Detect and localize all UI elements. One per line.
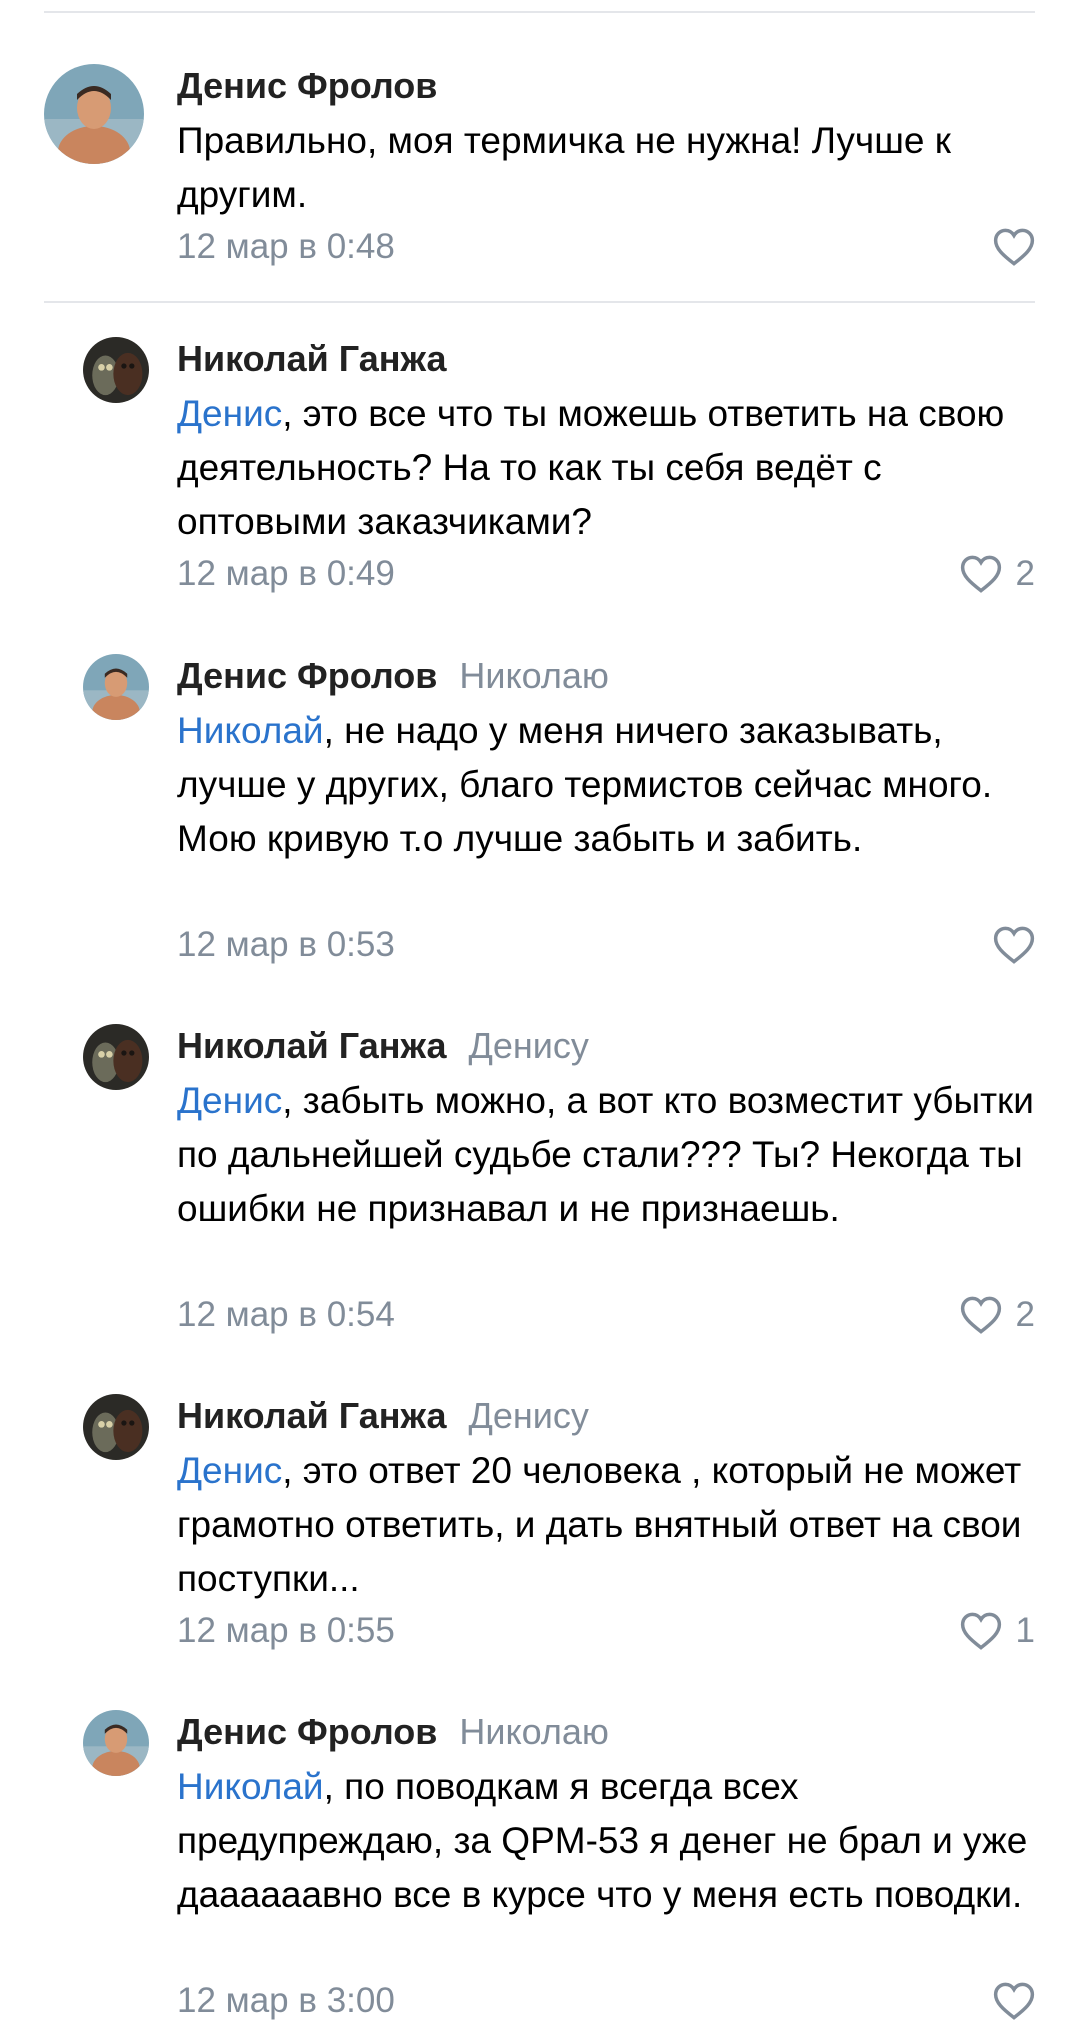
comment-divider <box>44 301 1035 303</box>
comment-item: Денис Фролов Правильно, моя термичка не … <box>0 64 1080 294</box>
like-count: 1 <box>1015 1611 1035 1650</box>
heart-outline-icon <box>960 1296 1001 1334</box>
comment-body: , это все что ты можешь ответить на свою… <box>177 393 1005 542</box>
comment-reply-item: Николай Ганжа Денис, это все что ты може… <box>0 337 1080 597</box>
reply-to-label[interactable]: Денису <box>468 1025 588 1066</box>
comment-reply-item: Денис Фролов Николаю Николай, по поводкам… <box>0 1710 1080 2020</box>
comment-text: Денис, это все что ты можешь ответить на… <box>177 387 1037 549</box>
comment-timestamp[interactable]: 12 мар в 0:54 <box>177 1293 395 1337</box>
comment-timestamp[interactable]: 12 мар в 0:55 <box>177 1609 395 1653</box>
mention-link[interactable]: Денис <box>177 1450 282 1491</box>
avatar[interactable] <box>83 1710 149 1776</box>
reply-to-label[interactable]: Денису <box>468 1395 588 1436</box>
author-name[interactable]: Николай Ганжа <box>177 1395 446 1436</box>
author-name[interactable]: Николай Ганжа <box>177 338 446 379</box>
comment-text: Николай, по поводкам я всегда всех преду… <box>177 1760 1037 1922</box>
comment-header: Денис Фролов Николаю <box>177 654 609 698</box>
comment-text: Денис, это ответ 20 человека , который н… <box>177 1444 1037 1606</box>
like-button[interactable]: 1 <box>960 1609 1035 1653</box>
mention-link[interactable]: Денис <box>177 1080 282 1121</box>
heart-outline-icon <box>960 555 1001 593</box>
heart-outline-icon <box>993 926 1035 964</box>
comment-text: Николай, не надо у меня ничего заказыват… <box>177 704 1037 866</box>
avatar-photo-nikolai <box>83 1394 149 1460</box>
avatar-photo-denis <box>83 654 149 720</box>
comment-timestamp[interactable]: 12 мар в 0:48 <box>177 225 395 269</box>
top-divider <box>44 11 1035 13</box>
author-name[interactable]: Денис Фролов <box>177 1711 437 1752</box>
comment-body: , это ответ 20 человека , который не мож… <box>177 1450 1022 1599</box>
like-button[interactable]: 2 <box>960 552 1035 596</box>
author-name[interactable]: Денис Фролов <box>177 65 437 106</box>
avatar[interactable] <box>83 337 149 403</box>
reply-to-label[interactable]: Николаю <box>459 655 609 696</box>
like-button[interactable] <box>993 923 1035 967</box>
avatar[interactable] <box>83 1394 149 1460</box>
avatar[interactable] <box>44 64 144 164</box>
avatar-photo-denis <box>44 64 144 164</box>
like-button[interactable]: 2 <box>960 1293 1035 1337</box>
like-button[interactable] <box>993 225 1035 269</box>
like-count: 2 <box>1015 1295 1035 1334</box>
comment-reply-item: Николай Ганжа Денису Денис, забыть можно,… <box>0 1024 1080 1344</box>
comment-body: , забыть можно, а вот кто возместит убыт… <box>177 1080 1034 1229</box>
heart-outline-icon <box>960 1612 1001 1650</box>
comment-timestamp[interactable]: 12 мар в 3:00 <box>177 1979 395 2023</box>
avatar-photo-nikolai <box>83 337 149 403</box>
like-count: 2 <box>1015 554 1035 593</box>
mention-link[interactable]: Николай <box>177 710 324 751</box>
mention-link[interactable]: Денис <box>177 393 282 434</box>
heart-outline-icon <box>993 1982 1035 2020</box>
comment-timestamp[interactable]: 12 мар в 0:49 <box>177 552 395 596</box>
heart-outline-icon <box>993 228 1035 266</box>
comment-header: Денис Фролов <box>177 64 437 108</box>
author-name[interactable]: Денис Фролов <box>177 655 437 696</box>
comment-text: Правильно, моя термичка не нужна! Лучше … <box>177 114 1037 222</box>
avatar-photo-nikolai <box>83 1024 149 1090</box>
author-name[interactable]: Николай Ганжа <box>177 1025 446 1066</box>
avatar[interactable] <box>83 1024 149 1090</box>
comment-header: Николай Ганжа Денису <box>177 1394 589 1438</box>
comment-body: Правильно, моя термичка не нужна! Лучше … <box>177 120 951 215</box>
comment-header: Денис Фролов Николаю <box>177 1710 609 1754</box>
comment-text: Денис, забыть можно, а вот кто возместит… <box>177 1074 1037 1236</box>
like-button[interactable] <box>993 1979 1035 2023</box>
avatar[interactable] <box>83 654 149 720</box>
comment-header: Николай Ганжа Денису <box>177 1024 589 1068</box>
comment-header: Николай Ганжа <box>177 337 446 381</box>
comment-timestamp[interactable]: 12 мар в 0:53 <box>177 923 395 967</box>
avatar-photo-denis <box>83 1710 149 1776</box>
mention-link[interactable]: Николай <box>177 1766 324 1807</box>
comment-reply-item: Николай Ганжа Денису Денис, это ответ 20 … <box>0 1394 1080 1654</box>
reply-to-label[interactable]: Николаю <box>459 1711 609 1752</box>
comment-reply-item: Денис Фролов Николаю Николай, не надо у м… <box>0 654 1080 974</box>
